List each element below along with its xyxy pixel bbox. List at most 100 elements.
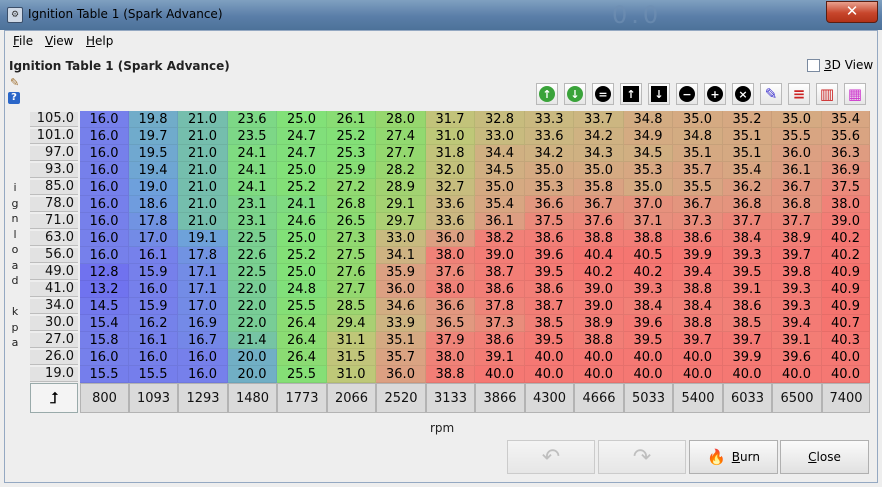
table-cell[interactable]: 34.4: [475, 145, 525, 162]
table-cell[interactable]: 16.0: [80, 179, 129, 196]
table-cell[interactable]: 36.9: [822, 162, 870, 179]
table-cell[interactable]: 35.1: [723, 128, 772, 145]
table-cell[interactable]: 34.3: [574, 145, 624, 162]
table-cell[interactable]: 35.0: [574, 162, 624, 179]
y-axis-value[interactable]: 27.0: [30, 333, 78, 348]
menu-help[interactable]: Help: [86, 34, 113, 48]
table-cell[interactable]: 39.7: [723, 332, 772, 349]
table-cell[interactable]: 40.0: [525, 366, 574, 383]
view3d-toggle[interactable]: 3D View: [807, 58, 873, 72]
table-cell[interactable]: 38.6: [475, 281, 525, 298]
table-cell[interactable]: 36.7: [673, 196, 723, 213]
table-cell[interactable]: 16.1: [129, 247, 178, 264]
table-cell[interactable]: 39.5: [723, 264, 772, 281]
table-cell[interactable]: 27.5: [327, 247, 376, 264]
table-cell[interactable]: 38.0: [426, 349, 475, 366]
table-cell[interactable]: 38.6: [525, 281, 574, 298]
table-cell[interactable]: 20.0: [228, 366, 277, 383]
y-axis-value[interactable]: 63.0: [30, 231, 78, 246]
multiply-button[interactable]: ×: [732, 83, 754, 105]
table-cell[interactable]: 40.2: [822, 230, 870, 247]
table-cell[interactable]: 34.2: [574, 128, 624, 145]
table-cell[interactable]: 29.7: [376, 213, 426, 230]
table-cell[interactable]: 40.0: [673, 366, 723, 383]
burn-button[interactable]: 🔥 Burn: [689, 440, 778, 474]
table-cell[interactable]: 25.9: [327, 162, 376, 179]
table-cell[interactable]: 38.7: [525, 298, 574, 315]
table-cell[interactable]: 38.7: [475, 264, 525, 281]
table-cell[interactable]: 40.0: [525, 349, 574, 366]
table-cell[interactable]: 24.7: [277, 145, 327, 162]
table-cell[interactable]: 34.5: [475, 162, 525, 179]
table-cell[interactable]: 16.2: [129, 315, 178, 332]
table-cell[interactable]: 19.5: [129, 145, 178, 162]
table-cell[interactable]: 38.4: [723, 230, 772, 247]
table-cell[interactable]: 40.9: [822, 281, 870, 298]
redo-button[interactable]: ↷: [598, 440, 686, 474]
table-cell[interactable]: 31.7: [426, 111, 475, 128]
table-cell[interactable]: 12.8: [80, 264, 129, 281]
x-axis-value[interactable]: 3133: [426, 383, 475, 413]
table-cell[interactable]: 38.6: [673, 230, 723, 247]
table-cell[interactable]: 36.1: [475, 213, 525, 230]
table-cell[interactable]: 22.0: [228, 281, 277, 298]
table-cell[interactable]: 16.9: [178, 315, 228, 332]
table-cell[interactable]: 28.0: [376, 111, 426, 128]
table-cell[interactable]: 16.0: [129, 349, 178, 366]
table-cell[interactable]: 35.6: [822, 128, 870, 145]
table-cell[interactable]: 39.7: [673, 332, 723, 349]
table-cell[interactable]: 25.0: [277, 162, 327, 179]
table-cell[interactable]: 34.9: [624, 128, 673, 145]
table-cell[interactable]: 35.5: [673, 179, 723, 196]
y-axis-value[interactable]: 56.0: [30, 248, 78, 263]
table-cell[interactable]: 25.2: [277, 247, 327, 264]
table-cell[interactable]: 19.4: [129, 162, 178, 179]
table-cell[interactable]: 37.1: [624, 213, 673, 230]
table-cell[interactable]: 36.2: [723, 179, 772, 196]
x-axis-value[interactable]: 7400: [822, 383, 870, 413]
table-cell[interactable]: 33.6: [426, 213, 475, 230]
table-cell[interactable]: 37.9: [426, 332, 475, 349]
table-cell[interactable]: 27.4: [376, 128, 426, 145]
table-cell[interactable]: 28.2: [376, 162, 426, 179]
table-cell[interactable]: 25.2: [277, 179, 327, 196]
table-cell[interactable]: 40.9: [822, 264, 870, 281]
table-cell[interactable]: 39.8: [772, 264, 822, 281]
table-cell[interactable]: 25.5: [277, 366, 327, 383]
table-cell[interactable]: 33.6: [525, 128, 574, 145]
table-cell[interactable]: 36.7: [574, 196, 624, 213]
table-cell[interactable]: 39.3: [624, 281, 673, 298]
table-cell[interactable]: 21.0: [178, 179, 228, 196]
table-cell[interactable]: 36.0: [772, 145, 822, 162]
save-base-button[interactable]: ↓: [564, 83, 586, 105]
table-cell[interactable]: 22.0: [228, 315, 277, 332]
table-cell[interactable]: 25.0: [277, 111, 327, 128]
table-cell[interactable]: 33.9: [376, 315, 426, 332]
table-cell[interactable]: 23.1: [228, 213, 277, 230]
table-cell[interactable]: 16.0: [80, 247, 129, 264]
table-cell[interactable]: 25.0: [277, 264, 327, 281]
table-cell[interactable]: 34.8: [673, 128, 723, 145]
table-cell[interactable]: 35.9: [376, 264, 426, 281]
table-cell[interactable]: 16.0: [80, 196, 129, 213]
table-cell[interactable]: 25.0: [277, 230, 327, 247]
table-cell[interactable]: 22.5: [228, 264, 277, 281]
table-cell[interactable]: 26.4: [277, 315, 327, 332]
table-cell[interactable]: 37.7: [723, 213, 772, 230]
table-cell[interactable]: 37.3: [475, 315, 525, 332]
x-axis-value[interactable]: 2520: [376, 383, 426, 413]
table-cell[interactable]: 39.0: [822, 213, 870, 230]
table-cell[interactable]: 38.4: [624, 298, 673, 315]
table-cell[interactable]: 37.8: [475, 298, 525, 315]
y-axis-value[interactable]: 41.0: [30, 282, 78, 297]
table-cell[interactable]: 26.8: [327, 196, 376, 213]
table-cell[interactable]: 40.0: [624, 349, 673, 366]
load-base-button[interactable]: ↑: [536, 83, 558, 105]
table-cell[interactable]: 16.0: [80, 128, 129, 145]
x-axis-value[interactable]: 4666: [574, 383, 624, 413]
table-cell[interactable]: 21.0: [178, 162, 228, 179]
table-cell[interactable]: 34.1: [376, 247, 426, 264]
x-axis-value[interactable]: 5033: [624, 383, 673, 413]
table-cell[interactable]: 33.0: [376, 230, 426, 247]
table-cell[interactable]: 17.0: [129, 230, 178, 247]
